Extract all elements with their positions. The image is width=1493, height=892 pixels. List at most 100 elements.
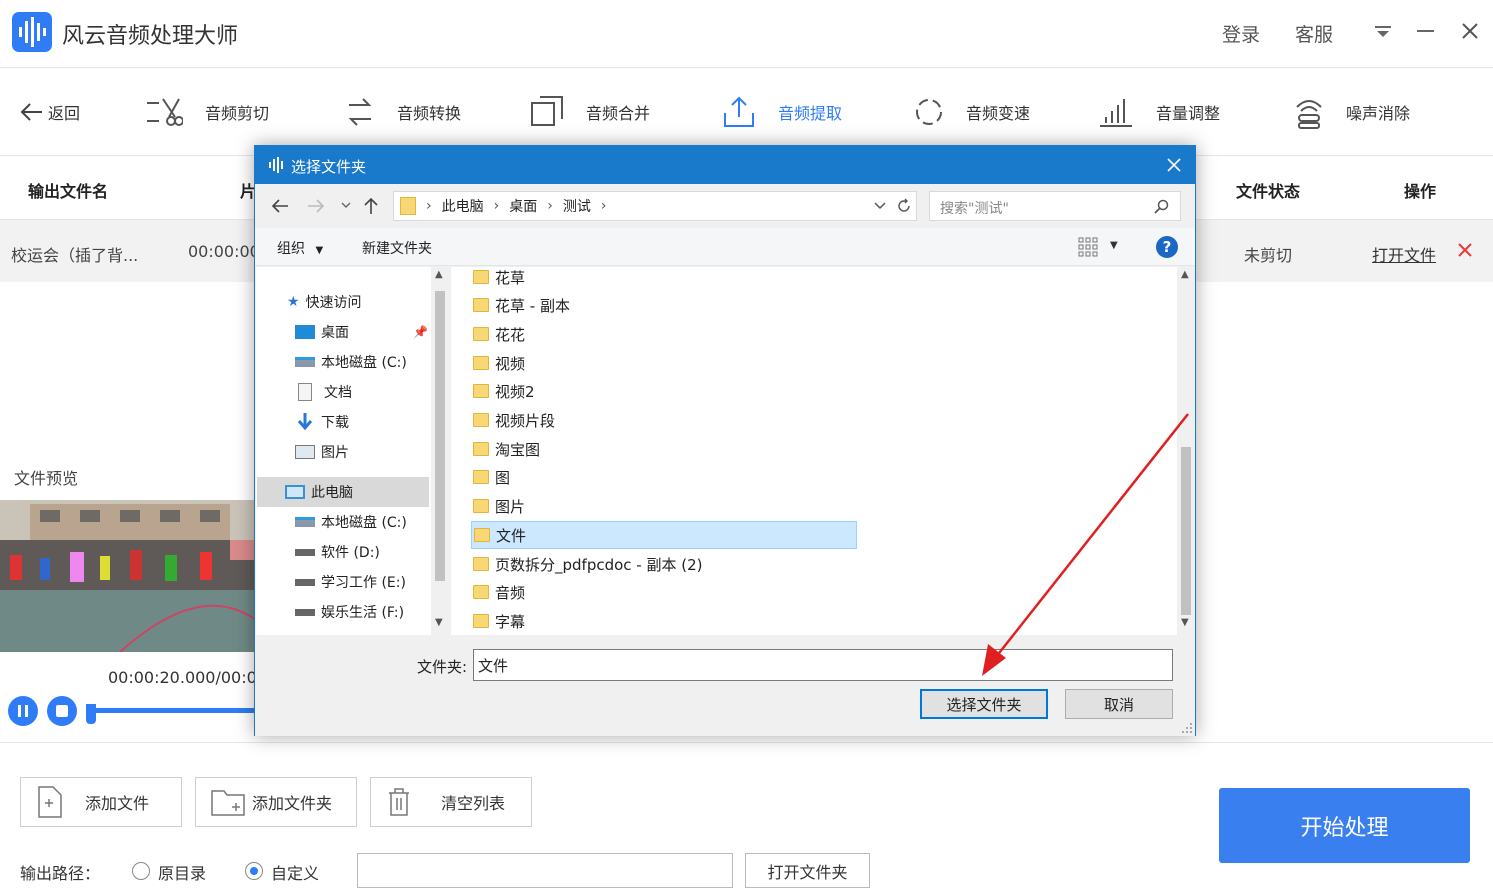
folder-item-selected[interactable]: 文件 bbox=[471, 521, 857, 549]
recent-dropdown-icon[interactable] bbox=[341, 202, 351, 210]
folder-item[interactable]: 花草 bbox=[473, 267, 525, 291]
breadcrumb-desktop[interactable]: 桌面 bbox=[509, 196, 537, 216]
close-icon[interactable] bbox=[1461, 22, 1479, 44]
delete-row-icon[interactable] bbox=[1457, 242, 1473, 262]
radio-custom-dir[interactable] bbox=[245, 862, 263, 880]
nav-this-pc[interactable]: 此电脑 bbox=[285, 477, 353, 507]
help-icon[interactable]: ? bbox=[1156, 236, 1178, 258]
tool-audio-extract[interactable]: 音频提取 bbox=[722, 94, 842, 130]
folder-item[interactable]: 花花 bbox=[473, 320, 525, 348]
nav-quick-desktop[interactable]: 桌面 📌 bbox=[295, 317, 428, 347]
pause-button[interactable] bbox=[8, 696, 38, 726]
up-nav-icon[interactable] bbox=[363, 197, 379, 215]
tool-noise-removal[interactable]: 噪声消除 bbox=[1294, 94, 1410, 130]
desktop-icon bbox=[295, 325, 315, 339]
folder-item[interactable]: 视频2 bbox=[473, 377, 535, 405]
add-folder-button[interactable]: 添加文件夹 bbox=[195, 777, 357, 827]
nav-quick-c-drive[interactable]: 本地磁盘 (C:) bbox=[295, 347, 407, 377]
document-icon bbox=[298, 383, 312, 401]
folder-name: 图 bbox=[495, 468, 511, 487]
folder-name: 视频片段 bbox=[495, 411, 556, 430]
nav-quick-documents[interactable]: 文档 bbox=[295, 377, 352, 407]
folder-item[interactable]: 音频 bbox=[473, 578, 525, 606]
folder-icon bbox=[473, 327, 489, 341]
nav-drive-e[interactable]: 学习工作 (E:) bbox=[295, 567, 406, 597]
tool-volume-adjust[interactable]: 音量调整 bbox=[1098, 94, 1220, 130]
start-processing-button[interactable]: 开始处理 bbox=[1219, 788, 1470, 863]
nav-quick-access[interactable]: ★ 快速访问 bbox=[287, 287, 362, 317]
nav-drive-c[interactable]: 本地磁盘 (C:) bbox=[295, 507, 407, 537]
folder-name: 字幕 bbox=[495, 612, 526, 631]
add-file-icon bbox=[38, 786, 62, 818]
folder-item[interactable]: 页数拆分_pdfpcdoc - 副本 (2) bbox=[473, 550, 703, 578]
scroll-down-icon[interactable]: ▼ bbox=[435, 617, 443, 628]
toolbar: 返回 音频剪切 音频转换 音频合并 音频提取 音频变速 音量调整 噪声消除 bbox=[0, 68, 1493, 156]
nav-quick-downloads[interactable]: 下载 bbox=[295, 407, 349, 437]
scroll-up-icon[interactable]: ▲ bbox=[435, 269, 443, 280]
nav-label: 本地磁盘 (C:) bbox=[321, 355, 407, 371]
forward-nav-icon[interactable] bbox=[307, 198, 325, 214]
folder-item[interactable]: 淘宝图 bbox=[473, 435, 540, 463]
new-folder-button[interactable]: 新建文件夹 bbox=[362, 238, 432, 258]
nav-label: 桌面 bbox=[321, 325, 349, 341]
nav-label: 软件 (D:) bbox=[321, 545, 380, 561]
nav-scrollbar[interactable]: ▲ ▼ bbox=[431, 267, 449, 635]
minimize-icon[interactable] bbox=[1417, 30, 1434, 32]
disk-icon bbox=[295, 357, 315, 367]
folder-item[interactable]: 图 bbox=[473, 463, 510, 491]
output-path-input[interactable] bbox=[357, 853, 733, 888]
refresh-icon[interactable] bbox=[896, 198, 912, 214]
nav-drive-f[interactable]: 娱乐生活 (F:) bbox=[295, 597, 404, 627]
login-link[interactable]: 登录 bbox=[1222, 20, 1260, 47]
open-folder-button[interactable]: 打开文件夹 bbox=[745, 853, 870, 888]
folder-item[interactable]: 视频 bbox=[473, 349, 525, 377]
search-icon[interactable] bbox=[1154, 199, 1170, 215]
view-dropdown-icon[interactable]: ▼ bbox=[1110, 240, 1118, 251]
folder-name: 音频 bbox=[495, 583, 526, 602]
dialog-cancel-button[interactable]: 取消 bbox=[1065, 689, 1173, 719]
col-status: 文件状态 bbox=[1236, 182, 1301, 201]
back-button[interactable]: 返回 bbox=[18, 94, 80, 130]
nav-drive-d[interactable]: 软件 (D:) bbox=[295, 537, 380, 567]
progress-handle[interactable] bbox=[86, 704, 96, 724]
tool-audio-convert[interactable]: 音频转换 bbox=[345, 94, 461, 130]
scroll-up-icon[interactable]: ▲ bbox=[1181, 269, 1189, 280]
add-file-button[interactable]: 添加文件 bbox=[20, 777, 182, 827]
tool-audio-speed[interactable]: 音频变速 bbox=[914, 94, 1030, 130]
resize-grip-icon[interactable] bbox=[1181, 722, 1193, 734]
nav-label: 娱乐生活 (F:) bbox=[321, 605, 405, 621]
menu-dropdown-icon[interactable] bbox=[1374, 24, 1392, 44]
folder-icon bbox=[473, 384, 489, 398]
address-dropdown-icon[interactable] bbox=[874, 202, 886, 210]
breadcrumb-this-pc[interactable]: 此电脑 bbox=[442, 196, 484, 216]
breadcrumb-test[interactable]: 测试 bbox=[563, 196, 591, 216]
back-nav-icon[interactable] bbox=[271, 198, 289, 214]
pictures-icon bbox=[295, 445, 315, 459]
convert-icon bbox=[348, 98, 372, 126]
nav-quick-pictures[interactable]: 图片 bbox=[295, 437, 349, 467]
clear-list-button[interactable]: 清空列表 bbox=[370, 777, 532, 827]
upload-icon bbox=[724, 96, 754, 127]
progress-bar[interactable] bbox=[90, 708, 256, 713]
scissors-icon bbox=[147, 98, 183, 126]
select-folder-button[interactable]: 选择文件夹 bbox=[920, 689, 1048, 719]
address-folder-icon bbox=[400, 197, 416, 215]
folder-item[interactable]: 视频片段 bbox=[473, 406, 555, 434]
playback-time: 00:00:20.000/00:00 bbox=[108, 668, 267, 687]
folder-item[interactable]: 字幕 bbox=[473, 607, 525, 635]
tool-audio-merge[interactable]: 音频合并 bbox=[530, 94, 650, 130]
folder-item[interactable]: 花草 - 副本 bbox=[473, 291, 570, 319]
open-file-link[interactable]: 打开文件 bbox=[1372, 242, 1436, 266]
radio-original-dir[interactable] bbox=[132, 862, 150, 880]
address-box[interactable]: › 此电脑 › 桌面 › 测试 › bbox=[393, 191, 917, 221]
tool-label: 音频变速 bbox=[966, 104, 1031, 123]
nav-scroll-thumb[interactable] bbox=[435, 291, 445, 581]
dialog-search-input[interactable]: 搜索"测试" bbox=[929, 191, 1181, 221]
folder-item[interactable]: 图片 bbox=[473, 492, 525, 520]
view-grid-icon[interactable] bbox=[1078, 237, 1098, 257]
dialog-close-icon[interactable] bbox=[1167, 158, 1181, 172]
organize-menu[interactable]: 组织 ▼ bbox=[277, 238, 323, 258]
tool-audio-cut[interactable]: 音频剪切 bbox=[145, 94, 269, 130]
stop-button[interactable] bbox=[47, 696, 77, 726]
service-link[interactable]: 客服 bbox=[1295, 20, 1333, 47]
